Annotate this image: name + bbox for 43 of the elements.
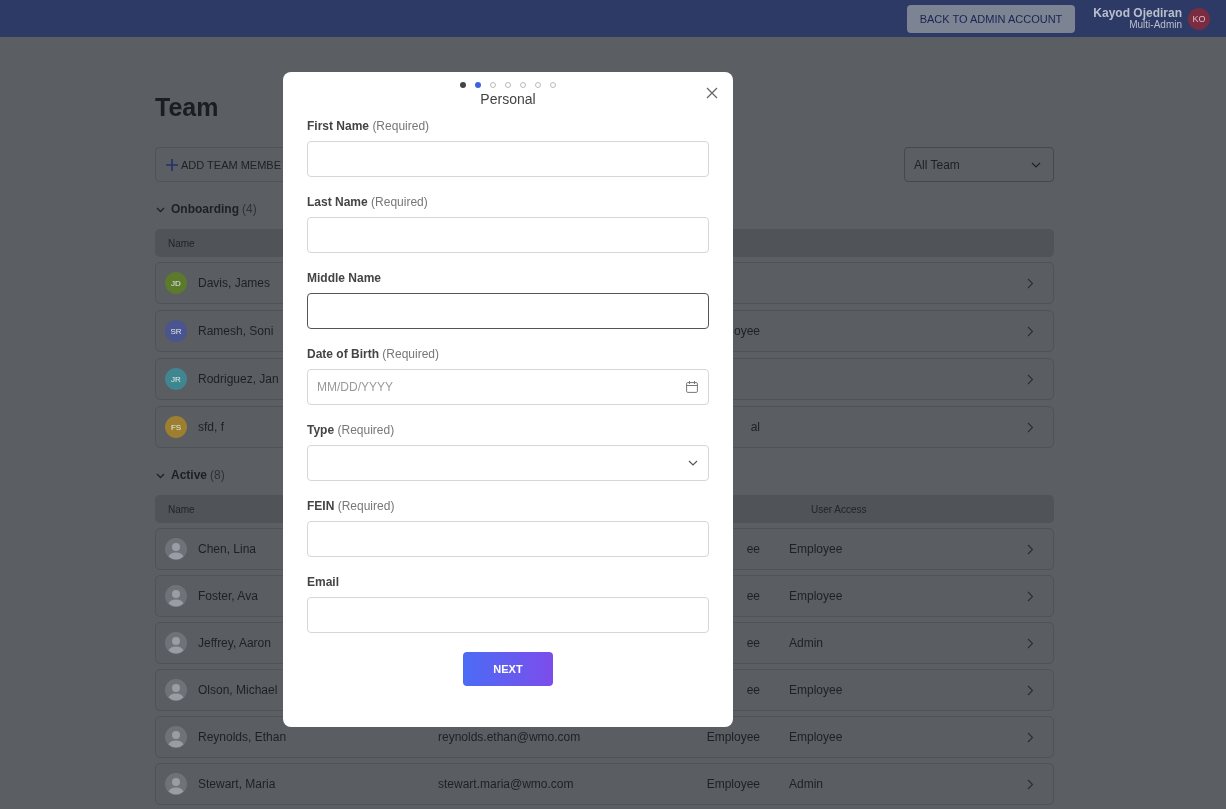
member-name: Stewart, Maria <box>198 777 276 791</box>
member-type: Employee <box>706 730 760 744</box>
avatar-initials: JD <box>165 272 187 294</box>
member-type: ee <box>746 636 760 650</box>
member-name: Foster, Ava <box>198 589 258 603</box>
member-name: Ramesh, Soni <box>198 324 274 338</box>
member-type: ee <box>746 683 760 697</box>
member-name: Reynolds, Ethan <box>198 730 287 744</box>
member-access: Employee <box>789 683 843 697</box>
user-name: Kayod Ojediran <box>1093 6 1182 19</box>
member-name: Chen, Lina <box>198 542 257 556</box>
member-name: Jeffrey, Aaron <box>198 636 271 650</box>
member-type: ee <box>746 589 760 603</box>
member-type: al <box>750 420 760 434</box>
dialog-title: Personal <box>479 91 537 107</box>
member-access: Admin <box>789 636 823 650</box>
field-label: Date of Birth (Required) <box>307 346 440 362</box>
user-role: Multi-Admin <box>1129 18 1182 31</box>
page-title: Team <box>155 92 219 123</box>
member-name: sfd, f <box>198 420 224 434</box>
field-label: FEIN (Required) <box>307 498 395 514</box>
member-type: ee <box>746 542 760 556</box>
member-name: Rodriguez, Jan <box>198 372 279 386</box>
member-email: reynolds.ethan@wmo.com <box>438 730 581 744</box>
field-label: Type (Required) <box>307 422 395 438</box>
member-access: Employee <box>789 730 843 744</box>
section-title: Active <box>171 468 208 482</box>
field-label: Middle Name <box>307 270 381 286</box>
avatar-initials: FS <box>165 416 187 438</box>
section-title: Onboarding <box>171 202 239 216</box>
member-name: Davis, James <box>198 276 271 290</box>
field-label: First Name (Required) <box>307 118 430 134</box>
avatar-initials: SR <box>165 320 187 342</box>
member-email: stewart.maria@wmo.com <box>438 777 574 791</box>
avatar-initials: JR <box>165 368 187 390</box>
member-type: oyee <box>733 324 760 338</box>
member-type: Employee <box>706 777 760 791</box>
member-name: Olson, Michael <box>198 683 278 697</box>
field-label: Email <box>307 574 339 590</box>
member-access: Employee <box>789 589 843 603</box>
member-access: Employee <box>789 542 843 556</box>
field-label: Last Name (Required) <box>307 194 428 210</box>
member-access: Admin <box>789 777 823 791</box>
